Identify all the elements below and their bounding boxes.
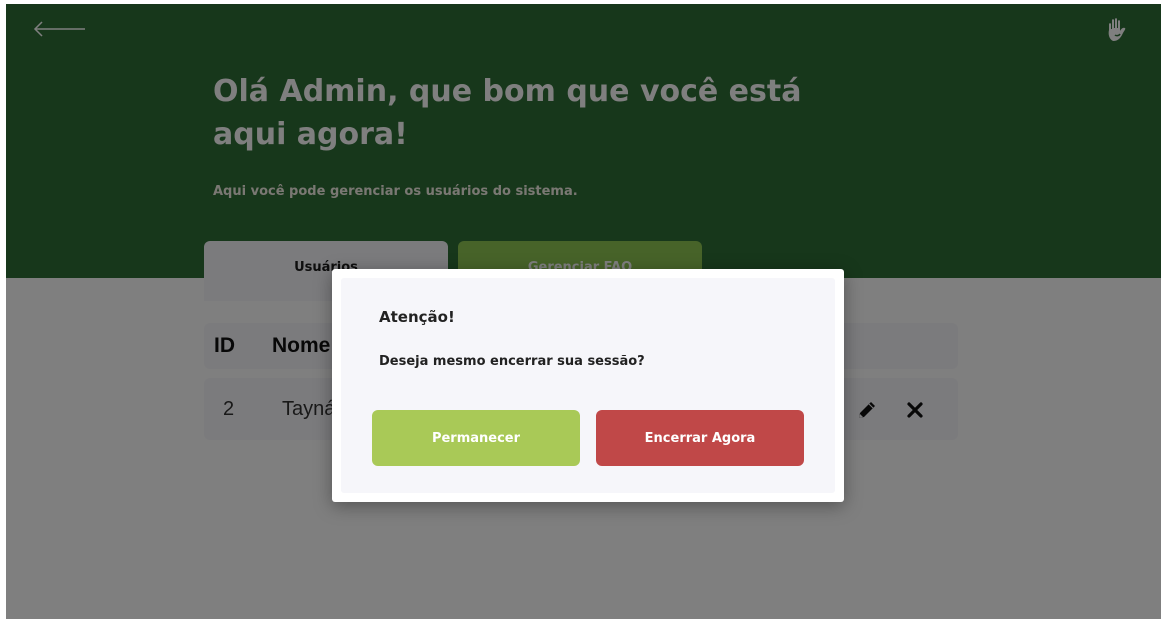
dialog-message: Deseja mesmo encerrar sua sessão? xyxy=(379,354,645,369)
app-window: Olá Admin, que bom que você está aqui ag… xyxy=(6,4,1161,619)
dialog-body: Atenção! Deseja mesmo encerrar sua sessã… xyxy=(341,278,835,493)
logout-now-button[interactable]: Encerrar Agora xyxy=(596,410,804,466)
logout-confirm-dialog: Atenção! Deseja mesmo encerrar sua sessã… xyxy=(332,269,844,502)
stay-button[interactable]: Permanecer xyxy=(372,410,580,466)
dialog-title: Atenção! xyxy=(379,308,455,326)
